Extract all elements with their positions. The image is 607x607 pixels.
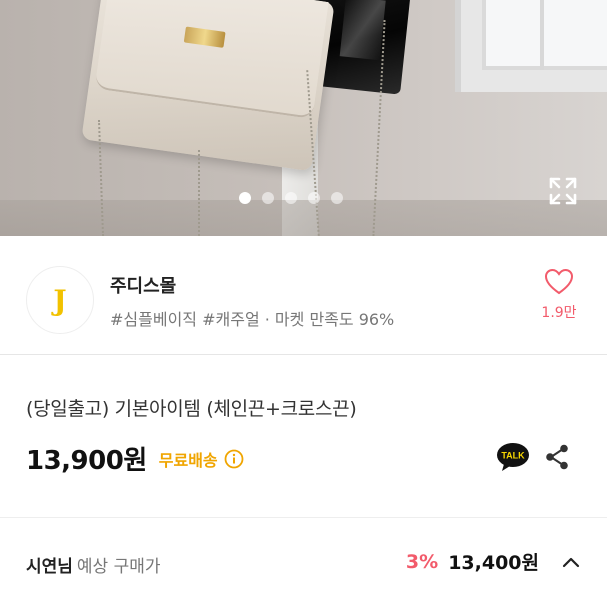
- shop-tags: #심플베이직 #캐주얼 · 마켓 만족도 96%: [110, 310, 395, 329]
- discount-rate: 3%: [405, 550, 439, 573]
- shop-info-row[interactable]: J 주디스몰 #심플베이직 #캐주얼 · 마켓 만족도 96% 1.9만: [0, 236, 607, 354]
- beige-bag-image: [81, 0, 335, 172]
- like-button[interactable]: 1.9만: [536, 268, 582, 322]
- fullscreen-expand-icon[interactable]: [548, 176, 578, 206]
- price-row: 13,900원 무료배송: [26, 440, 244, 477]
- section-divider: [0, 517, 607, 518]
- gallery-dot-5[interactable]: [331, 192, 343, 204]
- expected-price-toggle[interactable]: 3% 13,400원: [406, 548, 581, 575]
- gallery-pagination: [239, 192, 343, 204]
- background-window-bar: [540, 0, 544, 70]
- kakao-talk-label: TALK: [501, 451, 525, 461]
- product-image-gallery[interactable]: [0, 0, 607, 236]
- info-icon[interactable]: [224, 449, 244, 469]
- discount-price: 13,400원: [448, 552, 539, 574]
- chevron-up-icon[interactable]: [561, 555, 581, 569]
- like-count: 1.9만: [541, 305, 577, 321]
- background-floor: [0, 200, 607, 236]
- kakao-talk-button[interactable]: TALK: [496, 442, 530, 472]
- bag-chain: [198, 150, 200, 236]
- user-name: 시연님: [26, 557, 73, 577]
- expected-price-text: 예상 구매가: [76, 557, 161, 577]
- gallery-dot-2[interactable]: [262, 192, 274, 204]
- expected-price-label: 시연님 예상 구매가: [26, 552, 161, 577]
- product-price: 13,900원: [26, 446, 147, 476]
- background-window-pane: [482, 0, 607, 70]
- section-divider: [0, 354, 607, 355]
- shop-logo-avatar[interactable]: J: [26, 266, 94, 334]
- heart-icon: [544, 268, 574, 295]
- gallery-dot-3[interactable]: [285, 192, 297, 204]
- shop-name[interactable]: 주디스몰: [110, 272, 176, 298]
- gallery-dot-4[interactable]: [308, 192, 320, 204]
- gallery-dot-1[interactable]: [239, 192, 251, 204]
- free-shipping-label[interactable]: 무료배송: [159, 447, 218, 471]
- share-icon[interactable]: [542, 442, 572, 472]
- product-title: (당일출고) 기본아이템 (체인끈+크로스끈): [26, 398, 357, 420]
